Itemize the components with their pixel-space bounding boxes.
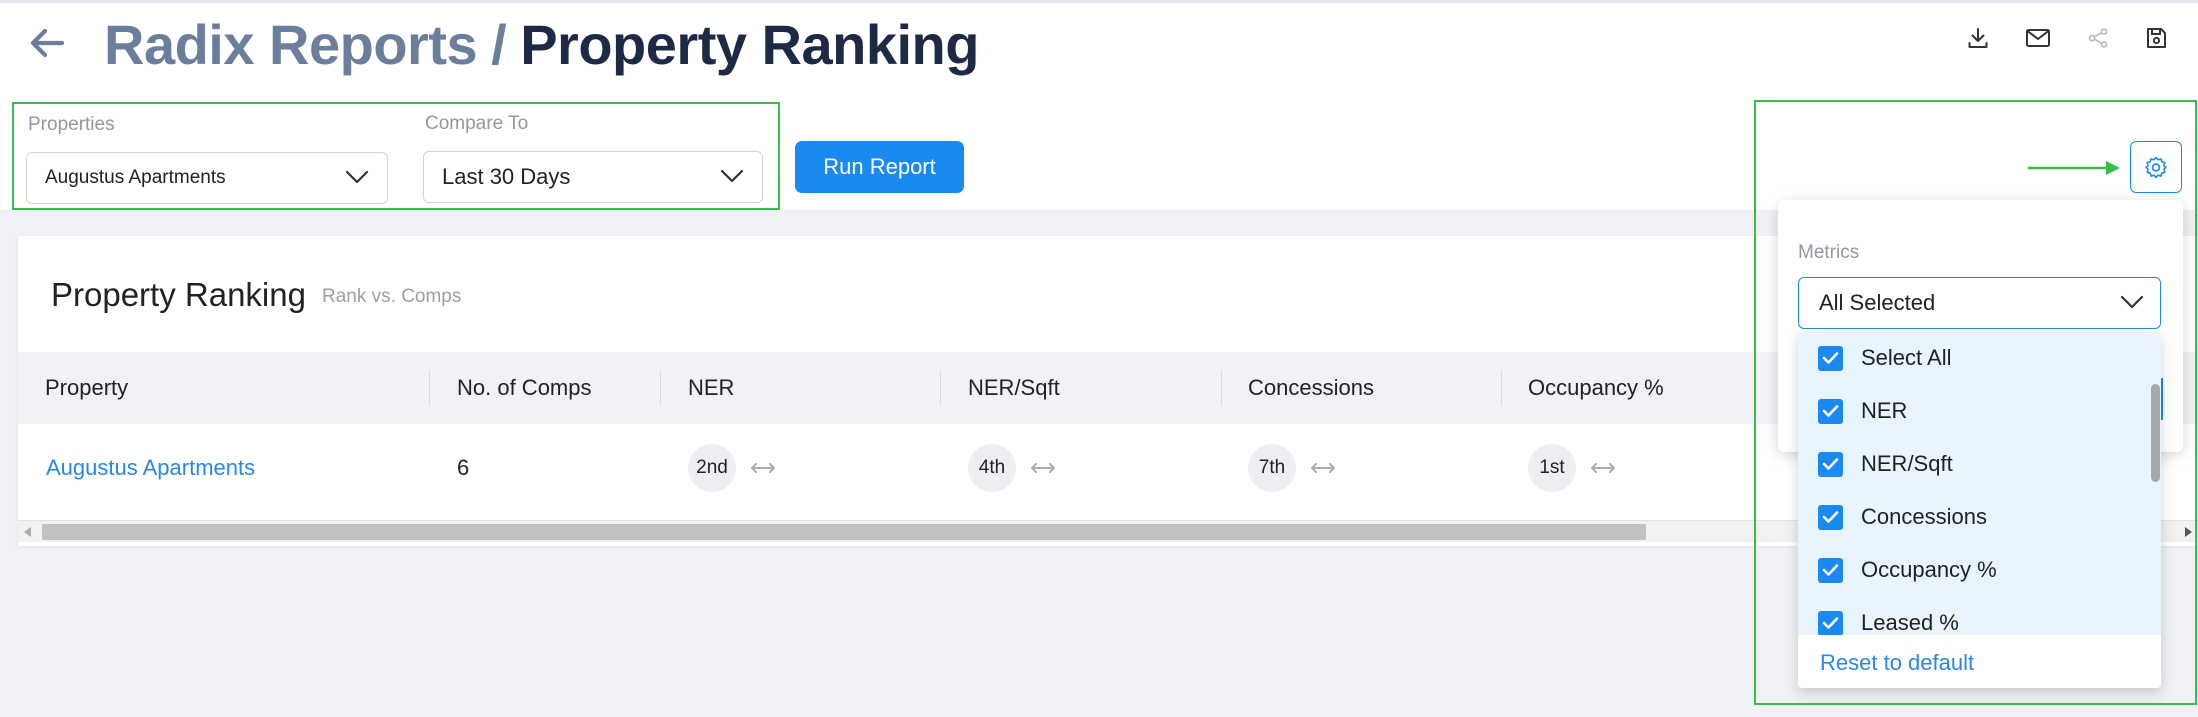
column-divider bbox=[1501, 370, 1502, 406]
rank-badge: 4th bbox=[968, 444, 1016, 492]
comps-value: 6 bbox=[457, 455, 470, 480]
rank-badge: 1st bbox=[1528, 444, 1576, 492]
email-icon bbox=[2026, 29, 2050, 47]
metric-option-label: Leased % bbox=[1861, 610, 1959, 635]
properties-select[interactable]: Augustus Apartments bbox=[26, 152, 388, 204]
annotation-arrow-icon bbox=[2028, 161, 2120, 175]
back-button[interactable] bbox=[24, 20, 70, 66]
chevron-down-icon bbox=[345, 170, 369, 184]
occupancy-rank-cell: 1st bbox=[1528, 424, 1616, 512]
chevron-down-icon bbox=[720, 169, 744, 183]
properties-label: Properties bbox=[28, 114, 115, 135]
reset-to-default-link[interactable]: Reset to default bbox=[1820, 650, 1974, 676]
horizontal-arrows-icon bbox=[1590, 462, 1616, 474]
scrollbar-thumb[interactable] bbox=[42, 524, 1646, 540]
run-report-button[interactable]: Run Report bbox=[795, 141, 964, 193]
page-title: Radix Reports / Property Ranking bbox=[104, 12, 979, 77]
column-header-comps[interactable]: No. of Comps bbox=[457, 352, 592, 424]
column-divider bbox=[429, 370, 430, 406]
scroll-left-icon[interactable] bbox=[24, 527, 31, 537]
metric-option-select-all[interactable]: Select All bbox=[1818, 338, 1952, 378]
page-title-text: Property Ranking bbox=[520, 13, 979, 76]
horizontal-arrows-icon bbox=[1030, 462, 1056, 474]
back-arrow-icon bbox=[30, 28, 64, 58]
metric-option-label: Select All bbox=[1861, 345, 1952, 370]
share-button[interactable] bbox=[2080, 20, 2116, 56]
metrics-label: Metrics bbox=[1798, 242, 1860, 263]
save-icon bbox=[2147, 28, 2166, 48]
compare-to-value: Last 30 Days bbox=[442, 164, 571, 189]
download-button[interactable] bbox=[1960, 20, 1996, 56]
share-icon bbox=[2088, 28, 2108, 48]
metric-option-label: NER bbox=[1861, 398, 1908, 423]
checkbox-checked-icon[interactable] bbox=[1818, 451, 1843, 477]
vertical-scrollbar[interactable] bbox=[2149, 332, 2161, 635]
properties-value: Augustus Apartments bbox=[45, 167, 226, 188]
checkbox-checked-icon[interactable] bbox=[1818, 345, 1843, 371]
property-link[interactable]: Augustus Apartments bbox=[46, 424, 255, 512]
save-button[interactable] bbox=[2138, 20, 2174, 56]
ner-sqft-rank-cell: 4th bbox=[968, 424, 1056, 512]
column-divider bbox=[940, 370, 941, 406]
column-header-occupancy[interactable]: Occupancy % bbox=[1528, 352, 1664, 424]
metric-option-label: NER/Sqft bbox=[1861, 451, 1953, 476]
column-header-ner-sqft[interactable]: NER/Sqft bbox=[968, 352, 1060, 424]
settings-button[interactable] bbox=[2130, 141, 2182, 193]
rank-badge: 7th bbox=[1248, 444, 1296, 492]
checkbox-checked-icon[interactable] bbox=[1818, 557, 1843, 583]
checkbox-checked-icon[interactable] bbox=[1818, 398, 1843, 424]
ner-rank-cell: 2nd bbox=[688, 424, 776, 512]
horizontal-arrows-icon bbox=[1310, 462, 1336, 474]
compare-to-select[interactable]: Last 30 Days bbox=[423, 151, 763, 203]
scrollbar-thumb[interactable] bbox=[2151, 384, 2160, 482]
checkbox-checked-icon[interactable] bbox=[1818, 610, 1843, 635]
metric-option-ner[interactable]: NER bbox=[1818, 391, 1907, 431]
column-header-concessions[interactable]: Concessions bbox=[1248, 352, 1374, 424]
column-header-ner[interactable]: NER bbox=[688, 352, 734, 424]
download-icon bbox=[1968, 28, 1988, 48]
app-title-link[interactable]: Radix Reports bbox=[104, 13, 478, 76]
metrics-options-list: Select All NER NER/Sqft Concessions Occu… bbox=[1798, 332, 2161, 635]
email-button[interactable] bbox=[2020, 20, 2056, 56]
card-title: Property Ranking bbox=[51, 276, 306, 313]
chevron-down-icon bbox=[2120, 295, 2144, 309]
checkbox-checked-icon[interactable] bbox=[1818, 504, 1843, 530]
column-divider bbox=[1221, 370, 1222, 406]
title-separator: / bbox=[491, 13, 507, 76]
metrics-selected-value: All Selected bbox=[1819, 290, 1936, 315]
gear-icon bbox=[2145, 156, 2167, 179]
metric-option-concessions[interactable]: Concessions bbox=[1818, 497, 1987, 537]
metrics-dropdown: Select All NER NER/Sqft Concessions Occu… bbox=[1798, 332, 2161, 688]
column-divider bbox=[660, 370, 661, 406]
column-header-property[interactable]: Property bbox=[45, 352, 128, 424]
compare-to-label: Compare To bbox=[425, 113, 529, 134]
filters-highlight: Properties Augustus Apartments Compare T… bbox=[12, 102, 780, 210]
metric-option-label: Concessions bbox=[1861, 504, 1987, 529]
card-subtitle: Rank vs. Comps bbox=[322, 286, 462, 307]
rank-badge: 2nd bbox=[688, 444, 736, 492]
horizontal-arrows-icon bbox=[750, 462, 776, 474]
metric-option-leased[interactable]: Leased % bbox=[1818, 603, 1959, 635]
metric-option-ner-sqft[interactable]: NER/Sqft bbox=[1818, 444, 1953, 484]
concessions-rank-cell: 7th bbox=[1248, 424, 1336, 512]
metric-option-occupancy[interactable]: Occupancy % bbox=[1818, 550, 1997, 590]
metrics-select[interactable]: All Selected bbox=[1798, 277, 2161, 329]
metric-option-label: Occupancy % bbox=[1861, 557, 1997, 582]
